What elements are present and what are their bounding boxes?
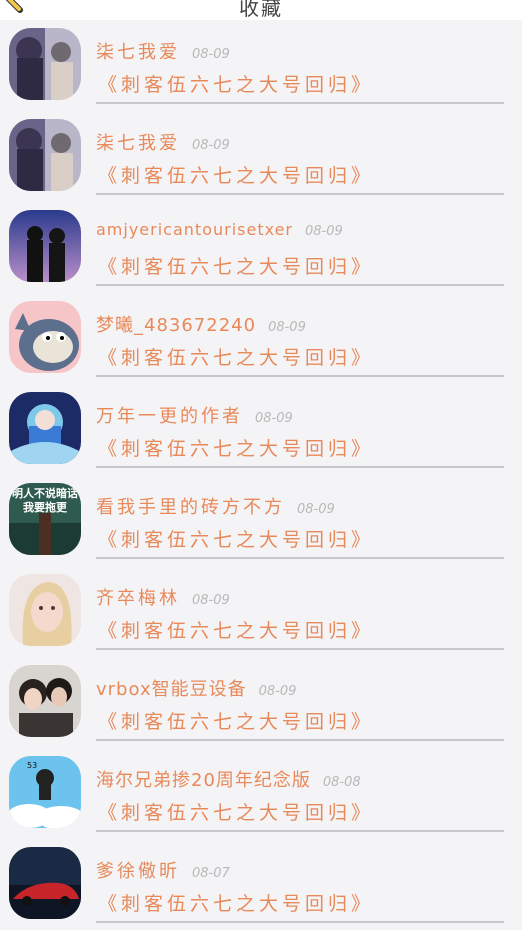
- favorite-date: 08-09: [268, 320, 306, 335]
- favorite-title[interactable]: 《刺客伍六七之大号回归》: [98, 252, 374, 279]
- avatar[interactable]: [9, 210, 81, 282]
- favorite-item[interactable]: 明人不说暗话 我要拖更 看我手里的砖方不方 08-09 《刺客伍六七之大号回归》: [0, 475, 522, 566]
- avatar[interactable]: [9, 574, 81, 646]
- avatar-caption: 明人不说暗话: [12, 486, 78, 500]
- favorite-item[interactable]: 53 海尔兄弟掺20周年纪念版 08-08 《刺客伍六七之大号回归》: [0, 748, 522, 839]
- divider: [96, 466, 504, 468]
- favorite-item[interactable]: 梦曦_483672240 08-09 《刺客伍六七之大号回归》: [0, 293, 522, 384]
- favorite-date: 08-09: [192, 138, 230, 153]
- favorite-date: 08-09: [297, 502, 335, 517]
- favorite-item[interactable]: amjyericantourisetxer 08-09 《刺客伍六七之大号回归》: [0, 202, 522, 293]
- page-title: 收藏: [239, 0, 283, 20]
- avatar-caption: 我要拖更: [23, 500, 68, 514]
- favorite-item[interactable]: vrbox智能豆设备 08-09 《刺客伍六七之大号回归》: [0, 657, 522, 748]
- favorite-title[interactable]: 《刺客伍六七之大号回归》: [98, 161, 374, 188]
- divider: [96, 557, 504, 559]
- favorite-title[interactable]: 《刺客伍六七之大号回归》: [98, 798, 374, 825]
- favorite-item[interactable]: 柒七我爱 08-09 《刺客伍六七之大号回归》: [0, 111, 522, 202]
- favorite-name[interactable]: vrbox智能豆设备: [96, 679, 247, 700]
- favorite-name[interactable]: 梦曦_483672240: [96, 315, 256, 336]
- divider: [96, 921, 504, 923]
- favorite-item[interactable]: 齐卒梅林 08-09 《刺客伍六七之大号回归》: [0, 566, 522, 657]
- divider: [96, 193, 504, 195]
- favorite-title[interactable]: 《刺客伍六七之大号回归》: [98, 434, 374, 461]
- favorite-name[interactable]: amjyericantourisetxer: [96, 220, 293, 239]
- favorite-date: 08-09: [255, 411, 293, 426]
- favorite-date: 08-08: [322, 775, 361, 790]
- favorite-name[interactable]: 看我手里的砖方不方: [96, 497, 285, 518]
- divider: [96, 648, 504, 650]
- divider: [96, 739, 504, 741]
- top-bar: 收藏: [0, 0, 522, 20]
- avatar[interactable]: 明人不说暗话 我要拖更: [9, 483, 81, 555]
- avatar[interactable]: [9, 847, 81, 919]
- favorite-date: 08-07: [192, 866, 230, 881]
- favorite-date: 08-09: [192, 47, 230, 62]
- divider: [96, 830, 504, 832]
- avatar[interactable]: [9, 301, 81, 373]
- favorite-name[interactable]: 柒七我爱: [96, 133, 180, 154]
- divider: [96, 375, 504, 377]
- favorite-title[interactable]: 《刺客伍六七之大号回归》: [98, 616, 374, 643]
- favorite-title[interactable]: 《刺客伍六七之大号回归》: [98, 889, 374, 916]
- divider: [96, 102, 504, 104]
- favorite-name[interactable]: 万年一更的作者: [96, 406, 243, 427]
- favorite-title[interactable]: 《刺客伍六七之大号回归》: [98, 70, 374, 97]
- favorite-title[interactable]: 《刺客伍六七之大号回归》: [98, 343, 374, 370]
- favorite-title[interactable]: 《刺客伍六七之大号回归》: [98, 707, 374, 734]
- avatar[interactable]: [9, 28, 81, 100]
- avatar[interactable]: 53: [9, 756, 81, 828]
- favorite-date: 08-09: [192, 593, 230, 608]
- avatar[interactable]: [9, 392, 81, 464]
- favorite-name[interactable]: 齐卒梅林: [96, 588, 180, 609]
- favorite-item[interactable]: 爹徐儆昕 08-07 《刺客伍六七之大号回归》: [0, 839, 522, 930]
- favorite-item[interactable]: 柒七我爱 08-09 《刺客伍六七之大号回归》: [0, 20, 522, 111]
- favorites-list: 柒七我爱 08-09 《刺客伍六七之大号回归》 柒七我爱 08-09 《刺客伍六七之…: [0, 20, 522, 930]
- avatar-caption: 53: [27, 761, 37, 770]
- favorite-date: 08-09: [305, 224, 343, 239]
- favorite-name[interactable]: 海尔兄弟掺20周年纪念版: [96, 770, 311, 791]
- favorite-name[interactable]: 爹徐儆昕: [96, 861, 180, 882]
- divider: [96, 284, 504, 286]
- favorite-title[interactable]: 《刺客伍六七之大号回归》: [98, 525, 374, 552]
- favorite-date: 08-09: [258, 684, 297, 699]
- favorite-name[interactable]: 柒七我爱: [96, 42, 180, 63]
- avatar[interactable]: [9, 119, 81, 191]
- favorite-item[interactable]: 万年一更的作者 08-09 《刺客伍六七之大号回归》: [0, 384, 522, 475]
- avatar[interactable]: [9, 665, 81, 737]
